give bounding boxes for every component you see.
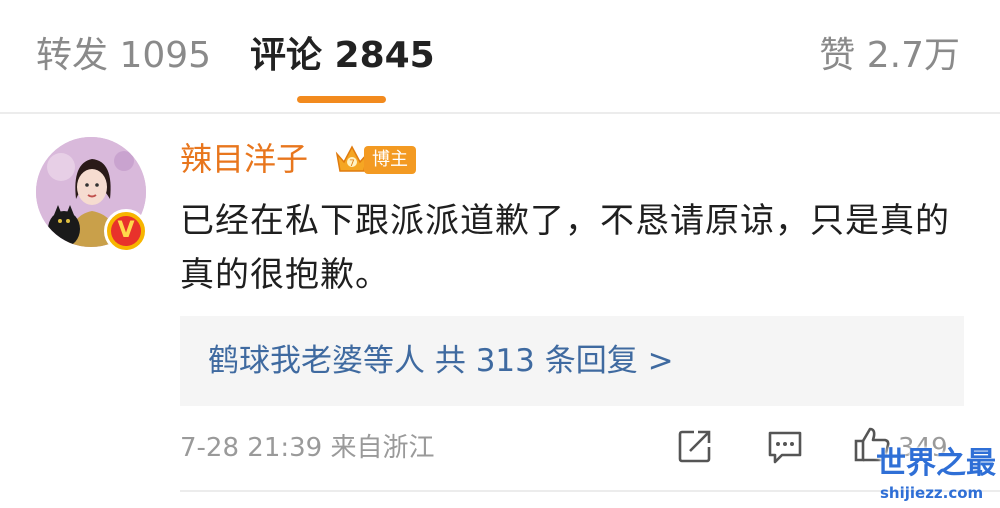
comments-page: 转发 1095 评论 2845 赞 2.7万 V 辣目洋子 7 博主 已经在私下… xyxy=(0,0,1000,508)
share-icon[interactable] xyxy=(676,427,714,465)
replies-link[interactable]: 鹤球我老婆等人 共 313 条回复 > xyxy=(208,337,674,385)
tab-likes[interactable]: 赞 2.7万 xyxy=(819,32,960,80)
owner-badge: 博主 xyxy=(364,146,416,174)
comment-text: 已经在私下跟派派道歉了，不恳请原谅，只是真的真的很抱歉。 xyxy=(180,201,950,295)
tab-repost[interactable]: 转发 1095 xyxy=(36,32,211,80)
verified-badge: V xyxy=(104,209,148,253)
replies-preview[interactable]: 鹤球我老婆等人 共 313 条回复 > xyxy=(180,316,964,406)
svg-text:7: 7 xyxy=(349,159,355,169)
timestamp: 7-28 21:39 来自浙江 xyxy=(180,433,435,463)
comment-username[interactable]: 辣目洋子 xyxy=(180,137,308,181)
watermark-url: shijiezz.com xyxy=(880,484,984,502)
comment-divider xyxy=(180,490,1000,492)
reply-icon[interactable] xyxy=(766,429,804,465)
watermark-title: 世界之最 xyxy=(876,446,996,481)
comment-meta: 7-28 21:39 来自浙江 349 xyxy=(180,424,964,472)
tab-comments[interactable]: 评论 2845 xyxy=(250,32,435,80)
tabs-divider xyxy=(0,112,1000,114)
comment-tabs: 转发 1095 评论 2845 赞 2.7万 xyxy=(0,0,1000,112)
verified-v-icon: V xyxy=(111,216,141,246)
active-tab-indicator xyxy=(297,96,386,103)
